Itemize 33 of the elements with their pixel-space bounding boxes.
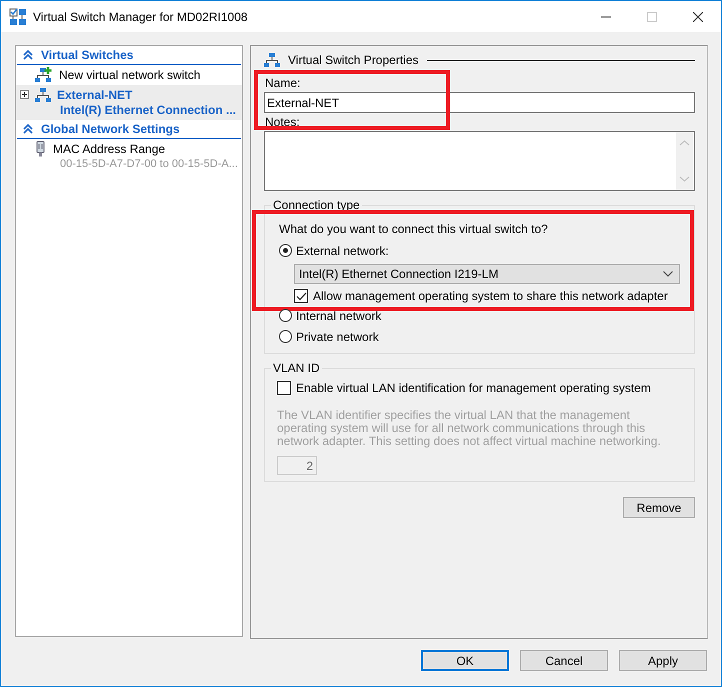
section-header[interactable]: Virtual Switches [41,48,134,62]
maximize-icon [647,12,657,22]
dialog-button[interactable]: Apply [619,650,707,671]
group-title: VLAN ID [271,361,322,375]
remove-button[interactable]: Remove [623,497,695,518]
adapter-dropdown[interactable]: Intel(R) Ethernet Connection I219-LM [294,264,680,284]
app-icon [9,8,27,26]
section-header[interactable]: Global Network Settings [41,122,180,136]
radio-option[interactable]: External network: [279,240,680,261]
sidebar-item[interactable]: External-NET Intel(R) Ethernet Connection ... [16,85,242,120]
network-add-icon [35,66,53,82]
adapter-icon [35,140,47,156]
dialog-button[interactable]: OK [421,650,509,671]
sidebar-item[interactable]: New virtual network switch [16,65,242,85]
radio-option[interactable]: Private network [279,326,680,347]
dialog-button[interactable]: Cancel [520,650,608,671]
field-label: Notes: [265,115,301,129]
sidebar-item[interactable]: MAC Address Range 00-15-5D-A7-D7-00 to 00-15-5D-A... [16,139,242,174]
share-checkbox[interactable]: Allow management operating system to share this network adapter [294,287,680,305]
checkmark-icon [296,292,306,300]
window-title: Virtual Switch Manager for MD02RI1008 [33,10,249,24]
section-title: Virtual Switch Properties [288,53,418,67]
question-text: What do you want to connect this virtual switch to? [279,222,549,236]
field-label: Name: [265,76,302,90]
radio-option[interactable]: Internal network [279,305,680,326]
notes-field[interactable] [264,131,695,191]
network-icon [35,86,51,102]
chevron-down-icon [663,271,673,277]
scrollbar-drawing [676,132,693,190]
close-icon [693,12,703,22]
name-field[interactable]: External-NET [264,92,695,113]
network-icon [264,52,280,68]
description-text: The VLAN identifier specifies the virtual LAN that the management operating system will use for all network communications through this network adapter. This setting does not affect virtual machine networking. [277,409,662,448]
